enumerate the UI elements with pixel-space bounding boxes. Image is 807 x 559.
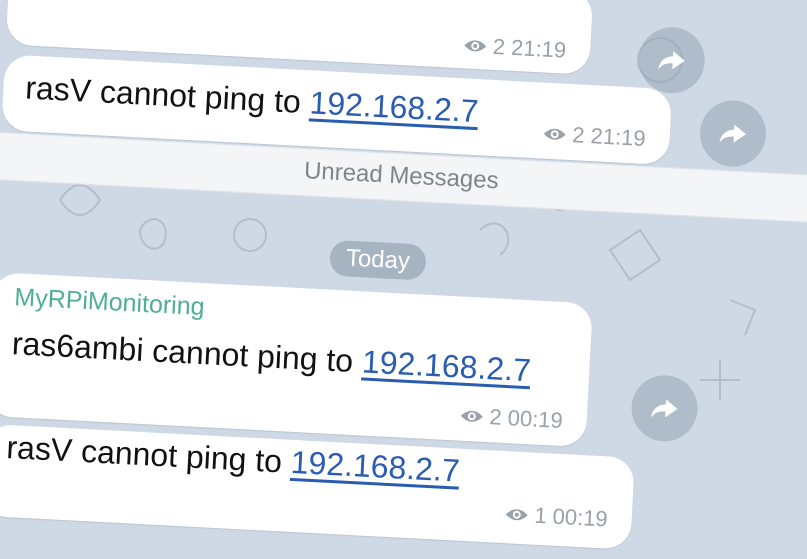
message-time: 00:19: [507, 405, 564, 434]
forward-button[interactable]: [637, 25, 707, 95]
forward-arrow-icon: [658, 51, 685, 70]
view-count: 2: [492, 33, 506, 60]
forward-button[interactable]: [698, 98, 768, 169]
forward-button[interactable]: [629, 373, 700, 444]
message-text: rasV cannot ping to 192.168.2.7: [24, 69, 480, 130]
eye-icon: [543, 128, 566, 140]
ip-link[interactable]: 192.168.2.7: [361, 343, 532, 388]
message-time: 00:19: [552, 503, 609, 532]
eye-icon: [505, 509, 528, 521]
date-badge: Today: [329, 239, 427, 281]
message-text: rasV cannot ping to 192.168.2.7: [5, 428, 461, 489]
chat-area: 2 21:19 rasV cannot ping to 192.168.2.7 …: [0, 0, 807, 550]
eye-icon: [460, 410, 483, 422]
message-meta: 1 00:19: [504, 501, 609, 532]
forward-arrow-icon: [651, 399, 678, 418]
forward-arrow-icon: [719, 124, 746, 143]
message-meta: 2 21:19: [462, 32, 567, 63]
message-meta: 2 21:19: [542, 121, 647, 152]
message-bubble[interactable]: MyRPiMonitoring ras6ambi cannot ping to …: [0, 272, 593, 448]
message-time: 21:19: [510, 34, 567, 63]
view-count: 2: [488, 404, 503, 430]
eye-icon: [463, 40, 486, 52]
view-count: 2: [571, 122, 586, 148]
message-text: ras6ambi cannot ping to 192.168.2.7: [11, 325, 532, 389]
view-count: 1: [533, 502, 548, 529]
message-meta: 2 00:19: [459, 403, 564, 434]
sender-name[interactable]: MyRPiMonitoring: [14, 283, 206, 322]
ip-link[interactable]: 192.168.2.7: [309, 84, 480, 129]
ip-link[interactable]: 192.168.2.7: [290, 444, 461, 489]
message-time: 21:19: [589, 123, 647, 151]
